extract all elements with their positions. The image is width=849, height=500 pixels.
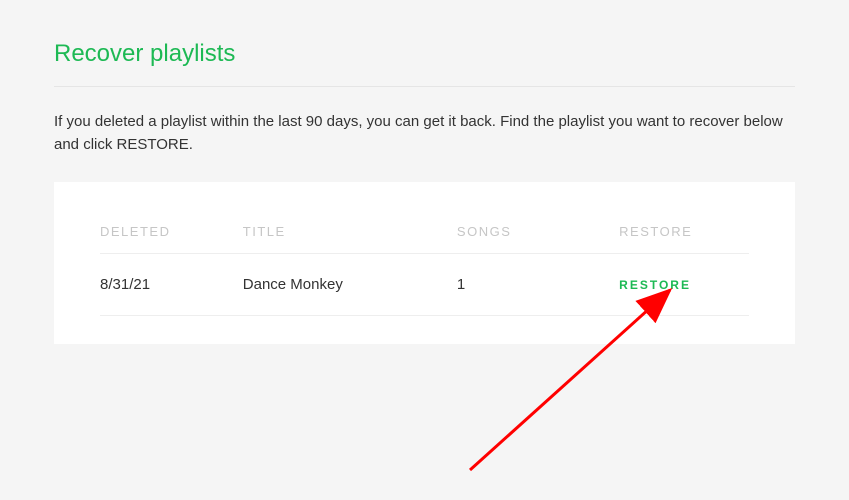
table-header-songs: SONGS [457, 210, 619, 254]
cell-songs: 1 [457, 254, 619, 316]
cell-title: Dance Monkey [243, 254, 457, 316]
table-row: 8/31/21 Dance Monkey 1 RESTORE [100, 254, 749, 316]
page-description: If you deleted a playlist within the las… [54, 111, 795, 156]
table-header-title: TITLE [243, 210, 457, 254]
restore-button[interactable]: RESTORE [619, 278, 691, 292]
table-header-restore: RESTORE [619, 210, 749, 254]
table-header-deleted: DELETED [100, 210, 243, 254]
cell-deleted: 8/31/21 [100, 254, 243, 316]
divider [54, 86, 795, 87]
playlists-card: DELETED TITLE SONGS RESTORE 8/31/21 Danc… [54, 182, 795, 344]
page-title: Recover playlists [54, 40, 795, 68]
playlists-table: DELETED TITLE SONGS RESTORE 8/31/21 Danc… [100, 210, 749, 316]
